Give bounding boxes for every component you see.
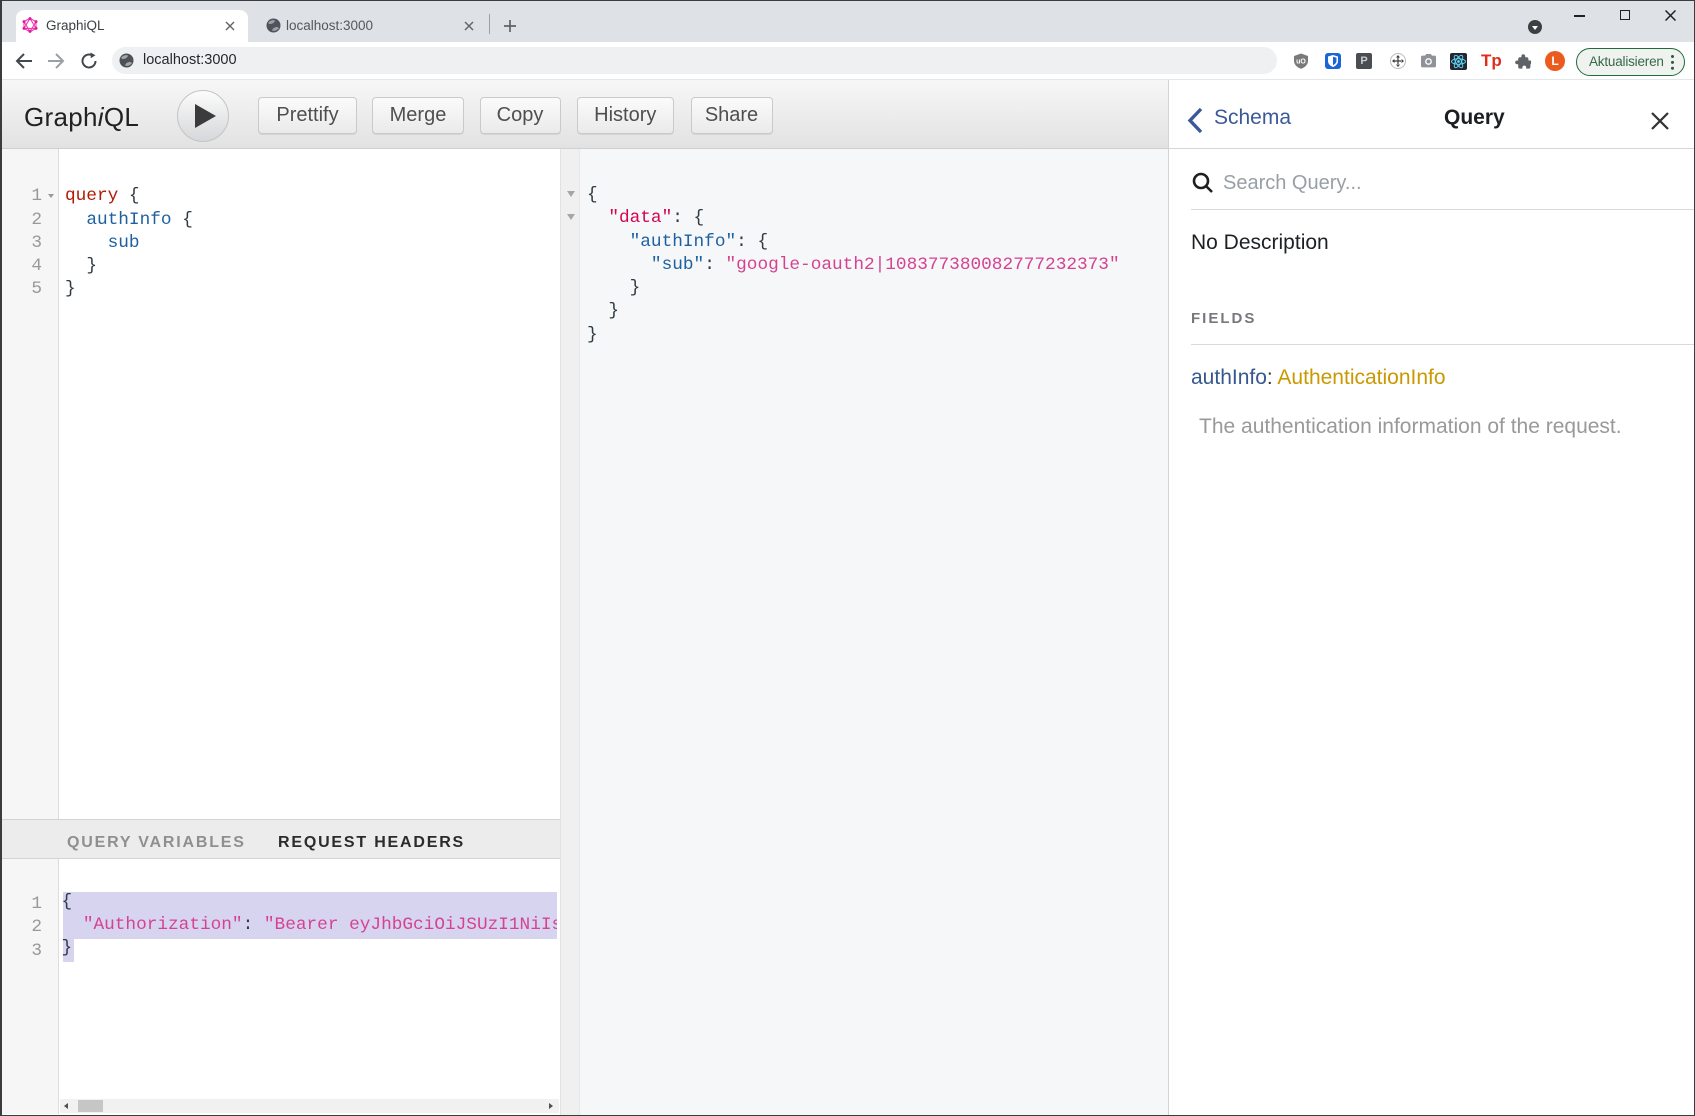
svg-text:uO: uO xyxy=(1296,59,1306,66)
